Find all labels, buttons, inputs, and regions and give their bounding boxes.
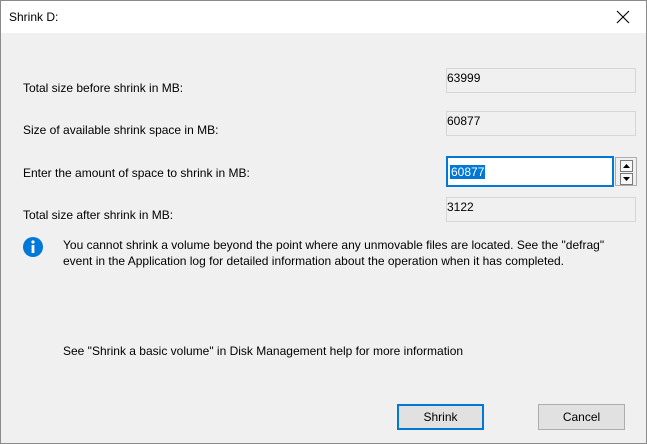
title-bar[interactable]: Shrink D: xyxy=(1,1,646,33)
spin-buttons xyxy=(615,157,637,186)
shrink-amount-input[interactable]: 60877 xyxy=(446,156,614,187)
dialog-title: Shrink D: xyxy=(9,10,59,24)
total-after-label: Total size after shrink in MB: xyxy=(23,208,174,222)
shrink-dialog: Shrink D: Total size before shrink in MB… xyxy=(0,0,647,444)
shrink-button[interactable]: Shrink xyxy=(397,404,484,430)
spin-down-button[interactable] xyxy=(620,173,633,185)
shrink-amount-label: Enter the amount of space to shrink in M… xyxy=(23,166,250,180)
help-message: See "Shrink a basic volume" in Disk Mana… xyxy=(63,344,464,358)
cancel-button[interactable]: Cancel xyxy=(538,404,625,430)
close-button[interactable] xyxy=(600,1,646,33)
spin-up-button[interactable] xyxy=(620,160,633,172)
shrink-amount-stepper[interactable]: 60877 xyxy=(446,156,639,187)
arrow-up-icon xyxy=(623,164,630,168)
info-icon xyxy=(23,237,43,257)
arrow-down-icon xyxy=(623,177,630,181)
total-before-value: 63999 xyxy=(446,68,636,93)
total-before-label: Total size before shrink in MB: xyxy=(23,81,184,95)
info-message: You cannot shrink a volume beyond the po… xyxy=(63,238,605,268)
total-after-value: 3122 xyxy=(446,197,636,222)
available-shrink-value: 60877 xyxy=(446,111,636,136)
shrink-amount-selected-text: 60877 xyxy=(450,164,486,179)
available-shrink-label: Size of available shrink space in MB: xyxy=(23,123,219,137)
close-icon xyxy=(616,10,630,24)
